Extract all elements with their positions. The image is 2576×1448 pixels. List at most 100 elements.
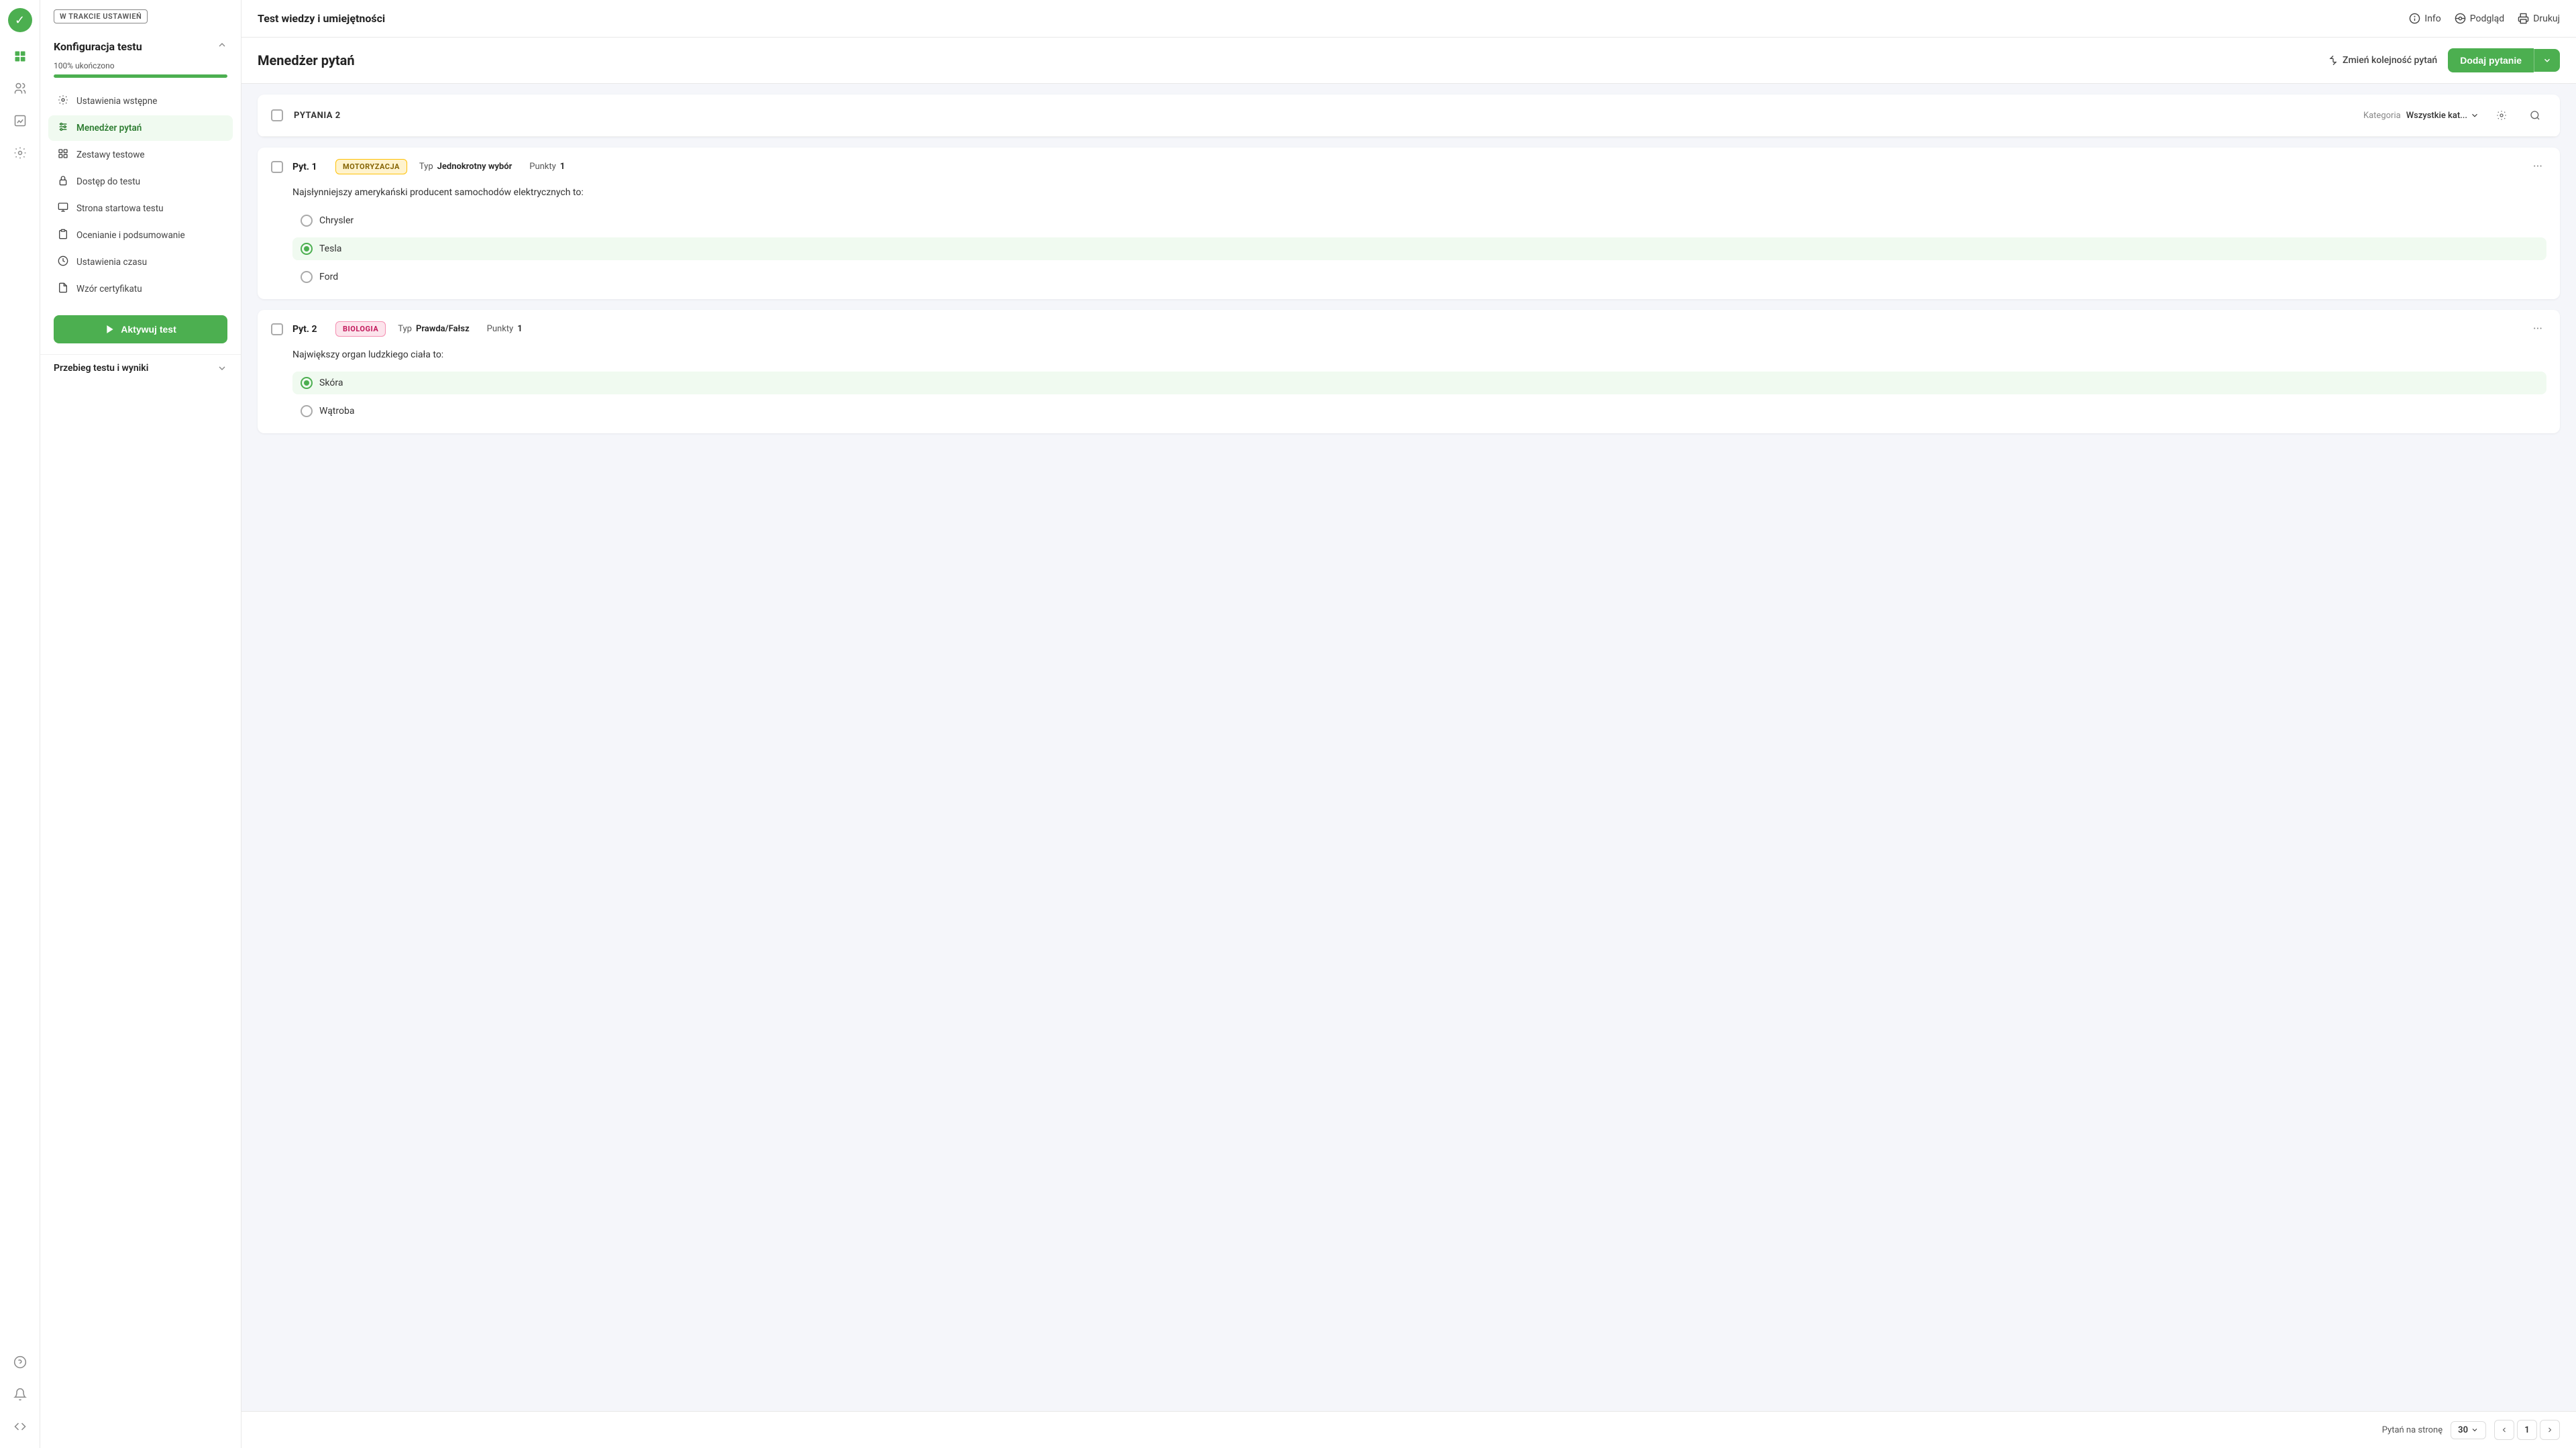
activate-test-button[interactable]: Aktywuj test (54, 315, 227, 343)
select-all-checkbox[interactable] (271, 109, 283, 121)
nav-icon-users[interactable] (7, 75, 34, 102)
top-bar: Test wiedzy i umiejętności Info Podgląd (241, 0, 2576, 38)
grading-icon (56, 229, 70, 242)
column-settings-icon (2496, 110, 2507, 121)
sidebar-collapse-button[interactable] (217, 40, 227, 53)
question-1-checkbox[interactable] (271, 161, 283, 173)
print-label: Drukuj (2533, 13, 2560, 24)
question-1-option-2[interactable]: Tesla (292, 237, 2546, 260)
q2-option-2-radio[interactable] (301, 405, 313, 417)
sidebar-item-label-settings: Ustawienia wstępne (76, 96, 157, 107)
top-bar-actions: Info Podgląd Drukuj (2409, 13, 2560, 24)
question-1-type-label: Typ (419, 162, 433, 172)
question-1-points-label: Punkty (529, 162, 556, 172)
question-1-type-value: Jednokrotny wybór (437, 162, 513, 172)
dashboard-icon (13, 50, 27, 63)
print-button[interactable]: Drukuj (2518, 13, 2560, 24)
per-page-select[interactable]: 30 (2451, 1421, 2486, 1439)
question-2-checkbox[interactable] (271, 323, 283, 335)
category-chevron-down-icon (2470, 111, 2479, 120)
category-select[interactable]: Wszystkie kat... (2406, 111, 2479, 121)
chevron-left-icon (2500, 1426, 2508, 1434)
q2-option-1-radio[interactable] (301, 377, 313, 389)
nav-icon-settings[interactable] (7, 140, 34, 166)
sidebar-item-time[interactable]: Ustawienia czasu (48, 249, 233, 275)
option-1-radio[interactable] (301, 215, 313, 227)
sidebar-item-label-questions: Menedżer pytań (76, 123, 142, 133)
sidebar-item-label-time: Ustawienia czasu (76, 257, 147, 268)
question-1-label: Pyt. 1 (292, 162, 326, 172)
gear-icon (58, 95, 68, 105)
reorder-button[interactable]: Zmień kolejność pytań (2328, 55, 2437, 66)
settings-icon (13, 146, 27, 160)
sidebar-item-start-page[interactable]: Strona startowa testu (48, 196, 233, 221)
icon-bar: ✓ (0, 0, 40, 1448)
sidebar-bottom-title: Przebieg testu i wyniki (54, 363, 148, 374)
sliders-icon (58, 121, 68, 132)
info-button[interactable]: Info (2409, 13, 2440, 24)
question-2-more-button[interactable]: ··· (2529, 319, 2546, 339)
status-badge: W TRAKCIE USTAWIEŃ (54, 9, 148, 23)
question-1-options: Chrysler Tesla Ford (258, 209, 2560, 299)
questions-table-header-card: PYTANIA 2 Kategoria Wszystkie kat... (258, 95, 2560, 137)
monitor-icon (58, 202, 68, 213)
sidebar-item-access[interactable]: Dostęp do testu (48, 169, 233, 194)
preview-button[interactable]: Podgląd (2455, 13, 2504, 24)
grid-icon (58, 148, 68, 159)
question-2-tag: BIOLOGIA (335, 321, 386, 337)
play-icon (105, 324, 115, 335)
question-1-tag: MOTORYZACJA (335, 159, 407, 174)
nav-icon-dashboard[interactable] (7, 43, 34, 70)
question-1-type: Typ Jednokrotny wybór (419, 162, 512, 172)
nav-icon-analytics[interactable] (7, 107, 34, 134)
add-question-button[interactable]: Dodaj pytanie (2448, 48, 2534, 72)
nav-icon-help[interactable] (7, 1349, 34, 1376)
nav-icon-expand[interactable] (7, 1413, 34, 1440)
search-button[interactable] (2524, 104, 2546, 127)
nav-icon-notifications[interactable] (7, 1381, 34, 1408)
add-question-label: Dodaj pytanie (2460, 55, 2522, 66)
q2-option-2-text: Wątroba (319, 406, 354, 416)
sidebar-item-label-start: Strona startowa testu (76, 203, 164, 214)
question-1-more-button[interactable]: ··· (2529, 157, 2546, 176)
activate-test-label: Aktywuj test (121, 324, 176, 335)
column-settings-button[interactable] (2490, 104, 2513, 127)
sidebar-item-cert[interactable]: Wzór certyfikatu (48, 276, 233, 302)
question-2-options: Skóra Wątroba (258, 372, 2560, 433)
search-icon (2530, 110, 2540, 121)
pagination-current-page[interactable]: 1 (2517, 1420, 2537, 1440)
sidebar-item-grading[interactable]: Ocenianie i podsumowanie (48, 223, 233, 248)
question-card-1: Pyt. 1 MOTORYZACJA Typ Jednokrotny wybór… (258, 148, 2560, 299)
question-1-option-1[interactable]: Chrysler (292, 209, 2546, 232)
sidebar-item-sets[interactable]: Zestawy testowe (48, 142, 233, 168)
add-question-dropdown-button[interactable] (2534, 49, 2560, 72)
question-2-option-1[interactable]: Skóra (292, 372, 2546, 394)
print-icon (2518, 13, 2529, 24)
preview-icon (2455, 13, 2466, 24)
progress-bar-background (54, 74, 227, 78)
sidebar-item-questions[interactable]: Menedżer pytań (48, 115, 233, 141)
app-logo[interactable]: ✓ (8, 8, 32, 32)
questions-table-header: PYTANIA 2 Kategoria Wszystkie kat... (258, 95, 2560, 137)
question-2-option-2[interactable]: Wątroba (292, 400, 2546, 423)
option-3-radio[interactable] (301, 271, 313, 283)
pagination-prev-button[interactable] (2494, 1420, 2514, 1440)
pagination-navigation: 1 (2494, 1420, 2560, 1440)
questions-list: PYTANIA 2 Kategoria Wszystkie kat... (241, 84, 2576, 444)
chevron-right-icon (2546, 1426, 2554, 1434)
sidebar-item-settings[interactable]: Ustawienia wstępne (48, 89, 233, 114)
question-1-option-3[interactable]: Ford (292, 266, 2546, 288)
questions-icon (56, 121, 70, 135)
question-2-points-label: Punkty (487, 324, 514, 334)
sidebar-bottom-header[interactable]: Przebieg testu i wyniki (54, 363, 227, 374)
preview-label: Podgląd (2470, 13, 2504, 24)
option-2-radio[interactable] (301, 243, 313, 255)
access-icon (56, 175, 70, 188)
expand-icon (13, 1420, 27, 1433)
question-2-type: Typ Prawda/Fałsz (398, 324, 469, 334)
category-label: Kategoria (2363, 111, 2401, 121)
pagination-next-button[interactable] (2540, 1420, 2560, 1440)
cert-icon (56, 282, 70, 296)
question-2-text: Największy organ ludzkiego ciała to: (258, 348, 2560, 372)
progress-bar-fill (54, 74, 227, 78)
